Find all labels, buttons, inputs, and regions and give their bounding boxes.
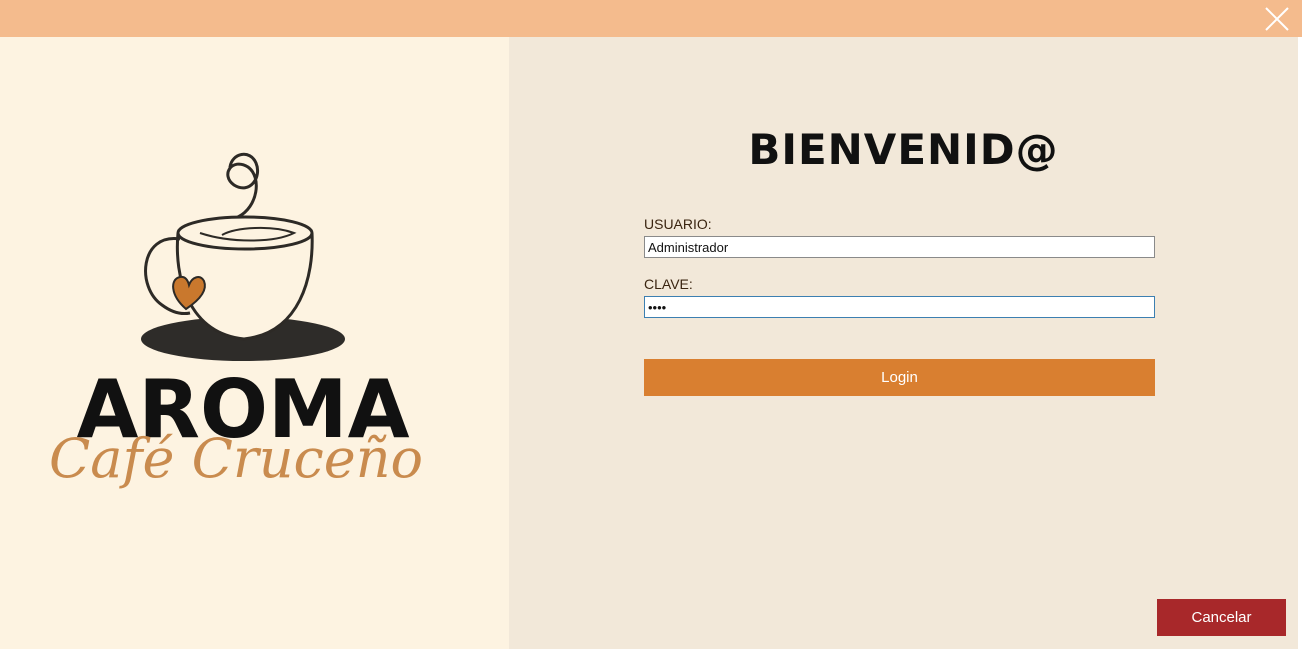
close-button[interactable] <box>1262 4 1292 34</box>
title-bar <box>0 0 1302 37</box>
user-label: USUARIO: <box>644 216 712 232</box>
coffee-cup-icon <box>141 152 345 361</box>
cancel-button[interactable]: Cancelar <box>1157 599 1286 636</box>
brand-tagline: Café Cruceño <box>49 427 423 490</box>
logo: AROMA Café Cruceño <box>49 152 423 490</box>
window-border <box>1298 37 1302 649</box>
close-icon <box>1265 7 1289 31</box>
password-input[interactable] <box>644 296 1155 318</box>
login-button[interactable]: Login <box>644 359 1155 396</box>
username-input[interactable] <box>644 236 1155 258</box>
login-panel: BIENVENID@ USUARIO: CLAVE: Login Cancela… <box>509 37 1298 649</box>
welcome-title: BIENVENID@ <box>748 125 1059 174</box>
password-label: CLAVE: <box>644 276 693 292</box>
brand-panel: AROMA Café Cruceño <box>0 37 509 649</box>
